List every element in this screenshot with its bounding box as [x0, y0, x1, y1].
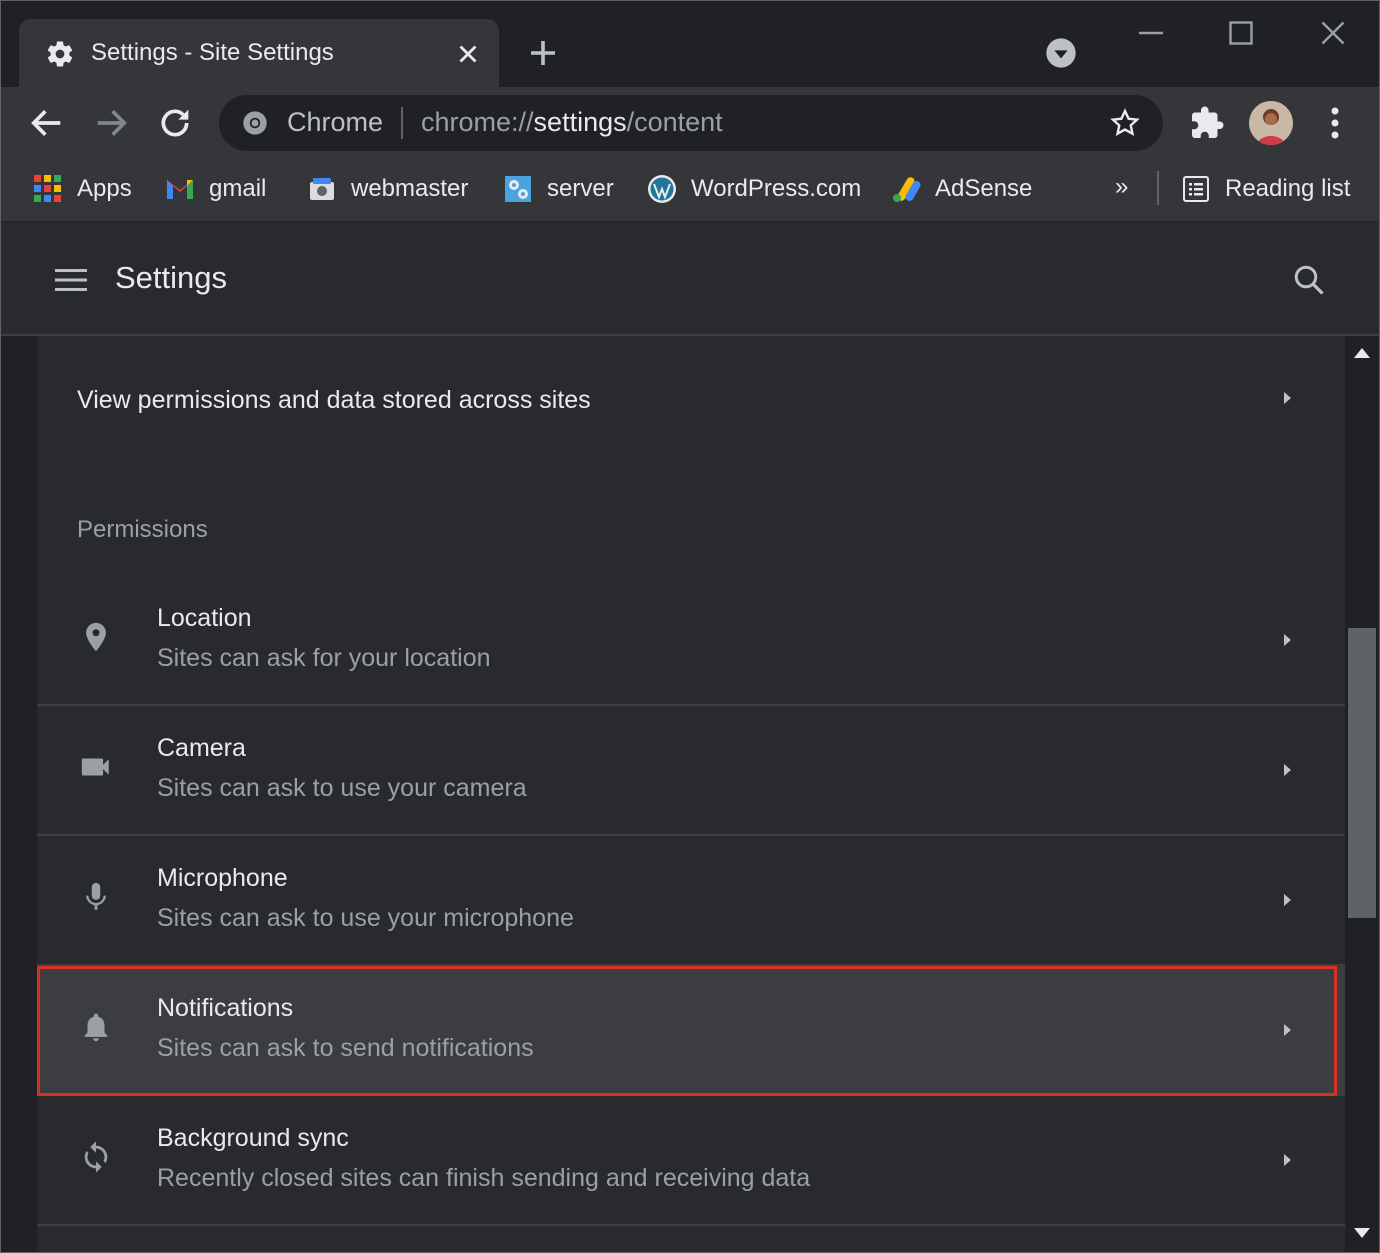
- gmail-icon: [167, 180, 193, 199]
- permission-microphone[interactable]: Microphone Sites can ask to use your mic…: [37, 836, 1345, 966]
- maximize-icon[interactable]: [1223, 15, 1259, 51]
- tab-settings[interactable]: Settings - Site Settings: [19, 19, 499, 87]
- bookmark-label: AdSense: [935, 175, 1033, 202]
- arrow-right-icon: [1284, 1024, 1291, 1036]
- settings-content: View permissions and data stored across …: [1, 336, 1379, 1252]
- permission-description: Sites can ask for your location: [157, 644, 491, 672]
- permission-title: Background sync: [157, 1124, 349, 1152]
- server-icon: [505, 176, 531, 202]
- bookmark-star-icon[interactable]: [1109, 107, 1141, 139]
- toolbar: Chrome chrome://settings/content: [1, 87, 1379, 159]
- wordpress-icon: [648, 175, 676, 203]
- webmaster-icon: [310, 178, 334, 200]
- back-icon[interactable]: [27, 103, 67, 143]
- url-path: /content: [626, 107, 723, 137]
- view-permissions-row[interactable]: View permissions and data stored across …: [37, 366, 1345, 432]
- close-window-icon[interactable]: [1315, 15, 1351, 51]
- bookmark-apps[interactable]: Apps: [33, 171, 132, 207]
- tab-title: Settings - Site Settings: [91, 39, 334, 66]
- omnibox-chip: Chrome: [287, 107, 384, 137]
- bookmarks-overflow-button[interactable]: »: [1115, 173, 1128, 201]
- adsense-icon: [893, 177, 921, 202]
- permission-background-sync[interactable]: Background sync Recently closed sites ca…: [37, 1096, 1345, 1226]
- reading-list-label: Reading list: [1225, 175, 1351, 202]
- arrow-right-icon: [1284, 1154, 1291, 1166]
- search-icon[interactable]: [1291, 262, 1327, 298]
- tab-strip: Settings - Site Settings: [1, 1, 1379, 87]
- tab-search-icon[interactable]: [1045, 37, 1077, 69]
- url-host: settings: [533, 107, 627, 137]
- vertical-scrollbar[interactable]: [1345, 336, 1379, 1252]
- omnibox-separator: [401, 107, 403, 139]
- permission-description: Recently closed sites can finish sending…: [157, 1164, 811, 1192]
- highlight-outline: [37, 966, 1337, 1096]
- arrow-right-icon: [1284, 764, 1291, 776]
- bookmark-label: gmail: [209, 175, 267, 202]
- permission-title: Camera: [157, 734, 246, 762]
- bookmark-label: webmaster: [351, 175, 469, 202]
- profile-avatar[interactable]: [1249, 101, 1293, 145]
- permission-title: Notifications: [157, 994, 294, 1022]
- minimize-icon[interactable]: [1133, 15, 1169, 51]
- bookmark-label: WordPress.com: [691, 175, 862, 202]
- reload-icon[interactable]: [155, 103, 195, 143]
- bell-icon: [84, 1013, 108, 1042]
- view-permissions-label: View permissions and data stored across …: [77, 386, 591, 414]
- permission-title: Microphone: [157, 864, 288, 892]
- permission-description: Sites can ask to send notifications: [157, 1034, 534, 1062]
- bookmarks-separator: [1157, 171, 1159, 205]
- location-pin-icon: [86, 622, 106, 652]
- arrow-right-icon: [1284, 894, 1291, 906]
- bookmarks-bar: Apps gmail webmaster server WordPress.co…: [1, 159, 1379, 221]
- arrow-right-icon: [1284, 634, 1291, 646]
- address-bar[interactable]: Chrome chrome://settings/content: [219, 95, 1163, 151]
- bookmark-label: server: [547, 175, 614, 202]
- scroll-down-arrow-icon[interactable]: [1353, 1226, 1371, 1240]
- url-text[interactable]: chrome://settings/content: [421, 107, 723, 138]
- reading-list-icon: [1183, 176, 1209, 202]
- permissions-heading: Permissions: [77, 516, 208, 543]
- permission-camera[interactable]: Camera Sites can ask to use your camera: [37, 706, 1345, 836]
- permission-description: Sites can ask to use your camera: [157, 774, 527, 802]
- permission-title: Location: [157, 604, 252, 632]
- bookmark-adsense[interactable]: AdSense: [891, 171, 1032, 207]
- scroll-up-arrow-icon[interactable]: [1353, 346, 1371, 360]
- browser-window: Settings - Site Settings Chrome chrome:/…: [0, 0, 1380, 1253]
- extensions-puzzle-icon[interactable]: [1189, 105, 1225, 141]
- permission-location[interactable]: Location Sites can ask for your location: [37, 576, 1345, 706]
- bookmark-server[interactable]: server: [503, 171, 614, 207]
- bookmark-wordpress[interactable]: WordPress.com: [647, 171, 861, 207]
- settings-header: Settings: [1, 222, 1379, 336]
- reading-list-button[interactable]: Reading list: [1181, 171, 1350, 207]
- hamburger-menu-icon[interactable]: [53, 266, 89, 294]
- sync-icon: [84, 1141, 108, 1173]
- site-settings-card: View permissions and data stored across …: [37, 336, 1345, 1252]
- bookmark-webmaster[interactable]: webmaster: [307, 171, 468, 207]
- avatar-image: [1249, 101, 1293, 145]
- close-tab-icon[interactable]: [453, 39, 483, 69]
- page-title: Settings: [115, 260, 228, 295]
- bookmark-gmail[interactable]: gmail: [165, 171, 266, 207]
- apps-grid-icon: [34, 175, 61, 202]
- arrow-right-icon: [1284, 392, 1291, 404]
- new-tab-icon[interactable]: [525, 35, 561, 71]
- url-scheme: chrome://: [421, 107, 534, 137]
- permission-notifications[interactable]: Notifications Sites can ask to send noti…: [37, 966, 1345, 1096]
- more-vert-icon[interactable]: [1319, 103, 1351, 143]
- bookmark-label: Apps: [77, 175, 132, 202]
- gear-icon: [47, 41, 73, 67]
- forward-icon[interactable]: [91, 103, 131, 143]
- permission-description: Sites can ask to use your microphone: [157, 904, 574, 932]
- chrome-logo-icon: [243, 111, 267, 135]
- camera-icon: [81, 758, 109, 776]
- microphone-icon: [86, 882, 106, 910]
- scroll-thumb[interactable]: [1348, 628, 1376, 918]
